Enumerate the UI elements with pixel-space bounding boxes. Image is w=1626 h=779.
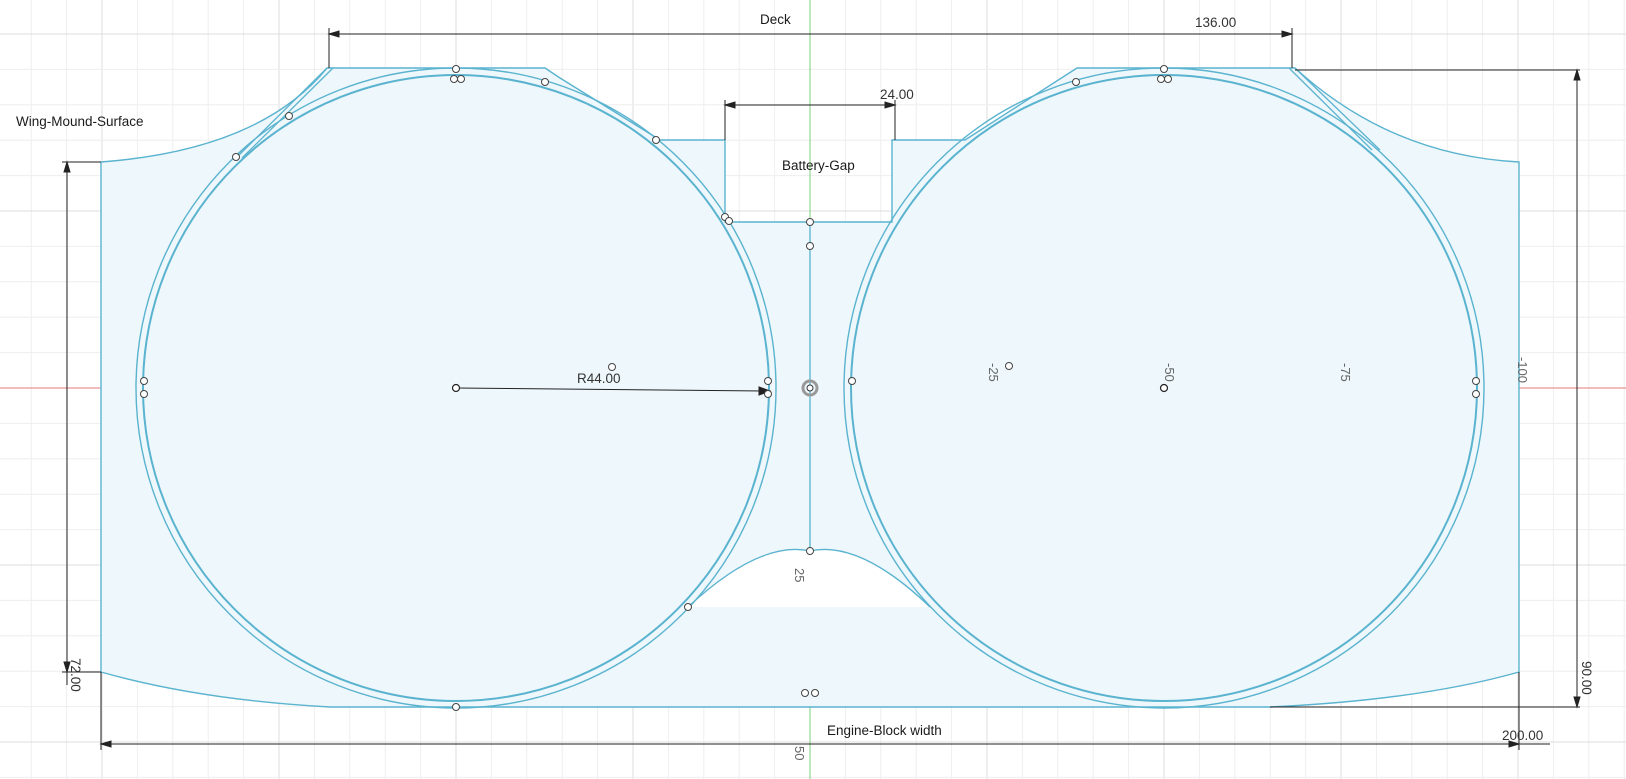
sketch-point[interactable] — [811, 689, 819, 697]
sketch-canvas[interactable]: Deck Wing-Mound-Surface Battery-Gap Engi… — [0, 0, 1626, 779]
sketch-point[interactable] — [806, 242, 814, 250]
sketch-point[interactable] — [1005, 362, 1013, 370]
sketch-point[interactable] — [457, 75, 465, 83]
left-circle-center[interactable] — [451, 383, 461, 393]
sketch-point[interactable] — [764, 377, 772, 385]
sketch-point[interactable] — [450, 75, 458, 83]
sketch-point[interactable] — [452, 703, 460, 711]
label-engine-block-width[interactable]: Engine-Block width — [827, 723, 942, 738]
label-wing-mound-surface[interactable]: Wing-Mound-Surface — [16, 114, 144, 129]
axis-tick-neg75: -75 — [1338, 363, 1353, 382]
sketch-point[interactable] — [1164, 75, 1172, 83]
sketch-point[interactable] — [140, 377, 148, 385]
sketch-point[interactable] — [806, 218, 814, 226]
dim-text-right-height[interactable]: 90.00 — [1579, 661, 1594, 695]
dim-text-deck-offset[interactable]: 136.00 — [1195, 15, 1236, 30]
axis-tick-y50: 50 — [792, 746, 807, 760]
sketch-point[interactable] — [1072, 78, 1080, 86]
dim-text-battery-gap[interactable]: 24.00 — [880, 87, 914, 102]
axis-tick-neg25: -25 — [986, 363, 1001, 382]
sketch-point[interactable] — [1157, 75, 1165, 83]
sketch-point[interactable] — [801, 689, 809, 697]
sketch-point[interactable] — [285, 112, 293, 120]
sketch-point[interactable] — [725, 217, 733, 225]
sketch-point[interactable] — [541, 78, 549, 86]
sketch-point[interactable] — [806, 547, 814, 555]
axis-tick-y25: 25 — [792, 568, 807, 582]
right-circle-center[interactable] — [1159, 383, 1169, 393]
label-deck[interactable]: Deck — [760, 12, 791, 27]
dim-text-overall-width[interactable]: 200.00 — [1502, 728, 1543, 743]
sketch-point[interactable] — [764, 390, 772, 398]
sketch-point[interactable] — [1472, 390, 1480, 398]
sketch-point[interactable] — [848, 377, 856, 385]
sketch-point[interactable] — [232, 153, 240, 161]
sketch-point[interactable] — [1160, 65, 1168, 73]
origin-center — [806, 384, 814, 392]
sketch-point[interactable] — [684, 603, 692, 611]
axis-tick-neg100: -100 — [1515, 357, 1530, 383]
sketch-point[interactable] — [652, 136, 660, 144]
sketch-point[interactable] — [1472, 377, 1480, 385]
axis-tick-neg50: -50 — [1162, 363, 1177, 382]
sketch-point[interactable] — [608, 363, 616, 371]
dim-text-radius[interactable]: R44.00 — [577, 371, 621, 386]
label-battery-gap[interactable]: Battery-Gap — [782, 158, 855, 173]
sketch-point[interactable] — [452, 65, 460, 73]
sketch-point[interactable] — [140, 390, 148, 398]
dim-text-left-height[interactable]: 72.00 — [68, 658, 83, 692]
